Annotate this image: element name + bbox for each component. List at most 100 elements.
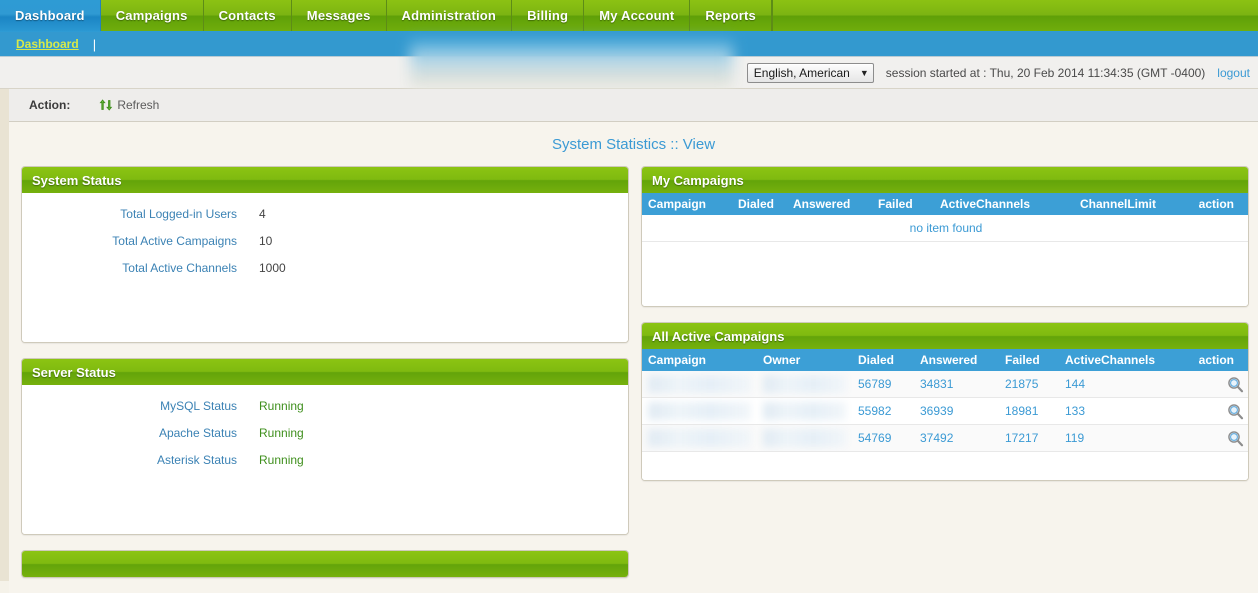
search-icon[interactable] — [1227, 430, 1244, 447]
page-title: System Statistics :: View — [551, 135, 716, 153]
asterisk-status-value: Running — [259, 453, 304, 467]
column-failed[interactable]: Failed — [999, 349, 1059, 371]
total-logged-in-users-label: Total Logged-in Users — [120, 207, 237, 221]
all-active-campaigns-table-padding — [642, 452, 1248, 480]
column-campaign[interactable]: Campaign — [642, 193, 732, 215]
tab-billing-label: Billing — [527, 8, 569, 23]
page-title-container: System Statistics :: View — [9, 122, 1258, 166]
apache-status-value: Running — [259, 426, 304, 440]
right-column: My Campaigns Campaign Dialed Answered Fa… — [641, 166, 1249, 593]
redacted-owner-name — [763, 375, 846, 393]
list-item: Total Logged-in Users 4 — [22, 207, 628, 221]
column-active-channels[interactable]: ActiveChannels — [1059, 349, 1184, 371]
list-item: Total Active Channels 1000 — [22, 261, 628, 275]
search-icon[interactable] — [1227, 376, 1244, 393]
panel-system-status-title: System Status — [32, 172, 122, 188]
total-active-campaigns-label: Total Active Campaigns — [112, 234, 237, 248]
apache-status-label: Apache Status — [158, 426, 237, 440]
tab-messages[interactable]: Messages — [292, 0, 387, 31]
cell-action — [1184, 397, 1248, 425]
cell-answered: 34831 — [914, 371, 999, 398]
refresh-button[interactable]: Refresh — [98, 97, 159, 113]
tab-my-account-label: My Account — [599, 8, 675, 23]
refresh-icon — [98, 97, 114, 113]
action-toolbar-label: Action: — [29, 98, 71, 112]
tab-contacts[interactable]: Contacts — [204, 0, 292, 31]
column-answered[interactable]: Answered — [787, 193, 872, 215]
column-campaign[interactable]: Campaign — [642, 349, 757, 371]
panels-grid: System Status Total Logged-in Users 4 To… — [9, 166, 1258, 593]
column-dialed[interactable]: Dialed — [852, 349, 914, 371]
total-active-channels-value: 1000 — [259, 261, 286, 275]
cell-campaign — [642, 424, 757, 452]
tab-my-account[interactable]: My Account — [584, 0, 691, 31]
main-navigation: Dashboard Campaigns Contacts Messages Ad… — [0, 0, 1258, 32]
chevron-down-icon: ▼ — [859, 67, 869, 78]
cell-active-channels: 133 — [1059, 397, 1184, 425]
logout-link[interactable]: logout — [1217, 66, 1250, 80]
table-header-row: Campaign Dialed Answered Failed ActiveCh… — [642, 193, 1248, 215]
cell-campaign — [642, 397, 757, 425]
panel-spacer — [22, 288, 628, 332]
panel-my-campaigns-header: My Campaigns — [642, 167, 1248, 193]
tab-administration[interactable]: Administration — [387, 0, 513, 31]
list-item: Asterisk Status Running — [22, 453, 628, 467]
column-active-channels[interactable]: ActiveChannels — [934, 193, 1074, 215]
navigation-filler — [771, 0, 1258, 31]
tab-campaigns[interactable]: Campaigns — [101, 0, 204, 31]
cell-failed: 18981 — [999, 397, 1059, 425]
column-owner[interactable]: Owner — [757, 349, 852, 371]
tab-dashboard[interactable]: Dashboard — [0, 0, 101, 31]
tab-campaigns-label: Campaigns — [115, 8, 188, 23]
language-select[interactable]: English, American ▼ — [746, 63, 874, 83]
panel-spacer — [22, 480, 628, 524]
redacted-owner-name — [763, 402, 846, 420]
cell-failed: 21875 — [999, 371, 1059, 398]
cell-campaign — [642, 371, 757, 398]
total-logged-in-users-value: 4 — [259, 207, 266, 221]
cell-dialed: 56789 — [852, 371, 914, 398]
cell-dialed: 54769 — [852, 424, 914, 452]
panel-my-campaigns-body: Campaign Dialed Answered Failed ActiveCh… — [642, 193, 1248, 306]
breadcrumb-item-dashboard[interactable]: Dashboard — [16, 37, 79, 51]
session-info: session started at : Thu, 20 Feb 2014 11… — [885, 66, 1206, 80]
cell-owner — [757, 397, 852, 425]
redacted-campaign-name — [648, 375, 751, 393]
tab-billing[interactable]: Billing — [512, 0, 585, 31]
cell-owner — [757, 424, 852, 452]
tab-administration-label: Administration — [401, 8, 497, 23]
cell-answered: 37492 — [914, 424, 999, 452]
column-dialed[interactable]: Dialed — [732, 193, 787, 215]
panel-all-active-campaigns-body: Campaign Owner Dialed Answered Failed Ac… — [642, 349, 1248, 480]
left-column: System Status Total Logged-in Users 4 To… — [21, 166, 629, 593]
asterisk-status-label: Asterisk Status — [156, 453, 237, 467]
cell-dialed: 55982 — [852, 397, 914, 425]
panel-third-partial — [21, 550, 629, 578]
column-answered[interactable]: Answered — [914, 349, 999, 371]
total-active-channels-label: Total Active Channels — [122, 261, 237, 275]
panel-system-status-body: Total Logged-in Users 4 Total Active Cam… — [22, 193, 628, 342]
list-item: MySQL Status Running — [22, 399, 628, 413]
my-campaigns-table: Campaign Dialed Answered Failed ActiveCh… — [642, 193, 1248, 242]
panel-system-status: System Status Total Logged-in Users 4 To… — [21, 166, 629, 343]
column-failed[interactable]: Failed — [872, 193, 934, 215]
panel-all-active-campaigns-header: All Active Campaigns — [642, 323, 1248, 349]
column-action: action — [1184, 349, 1248, 371]
search-icon[interactable] — [1227, 403, 1244, 420]
panel-all-active-campaigns: All Active Campaigns Campaign Owner Dial… — [641, 322, 1249, 481]
tab-reports[interactable]: Reports — [690, 0, 772, 31]
table-header-row: Campaign Owner Dialed Answered Failed Ac… — [642, 349, 1248, 371]
panel-my-campaigns: My Campaigns Campaign Dialed Answered Fa… — [641, 166, 1249, 307]
empty-message: no item found — [642, 215, 1248, 242]
column-channel-limit[interactable]: ChannelLimit — [1074, 193, 1184, 215]
language-select-value: English, American — [753, 66, 850, 80]
panel-my-campaigns-title: My Campaigns — [652, 172, 744, 188]
panel-third-partial-header — [22, 551, 628, 577]
panel-server-status: Server Status MySQL Status Running Apach… — [21, 358, 629, 535]
column-action: action — [1184, 193, 1248, 215]
panel-system-status-header: System Status — [22, 167, 628, 193]
panel-all-active-campaigns-title: All Active Campaigns — [652, 328, 785, 344]
table-row: 54769 37492 17217 119 — [642, 424, 1248, 452]
cell-owner — [757, 371, 852, 398]
panel-server-status-title: Server Status — [32, 364, 116, 380]
